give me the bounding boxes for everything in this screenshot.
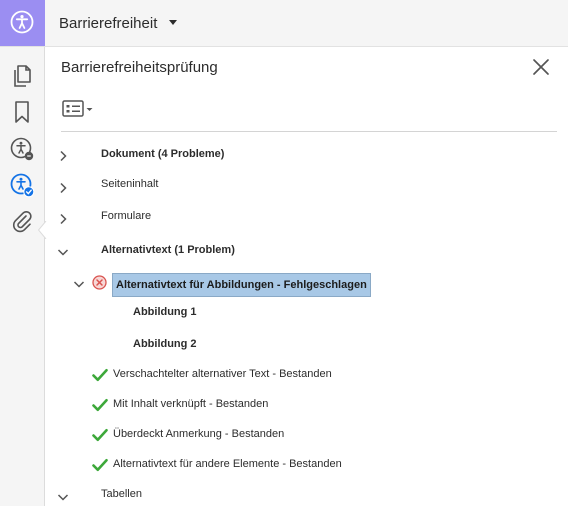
chevron-down-icon	[73, 281, 85, 288]
rail-accessibility-check-button[interactable]	[9, 172, 35, 198]
check-icon	[92, 398, 108, 412]
close-icon	[533, 59, 549, 75]
check-icon	[92, 428, 108, 442]
bookmark-icon	[15, 101, 29, 123]
options-menu-icon	[62, 100, 93, 117]
rail-bookmarks-button[interactable]	[9, 99, 35, 125]
tree-item-forms[interactable]: Formulare	[101, 205, 151, 227]
check-icon	[92, 458, 108, 472]
accessibility-reading-icon	[10, 137, 34, 161]
chevron-right-icon	[60, 150, 67, 162]
active-pointer	[38, 221, 47, 239]
expand-forms-toggle[interactable]	[57, 212, 69, 225]
tree-item-associated[interactable]: Mit Inhalt verknüpft - Bestanden	[113, 393, 268, 415]
collapse-tables-toggle[interactable]	[57, 490, 69, 502]
tree-item-nested-alt[interactable]: Verschachtelter alternativer Text - Best…	[113, 363, 332, 385]
chevron-down-icon[interactable]	[169, 20, 177, 25]
options-button[interactable]	[62, 99, 96, 119]
tree-item-page-content[interactable]: Seiteninhalt	[101, 173, 159, 195]
tree-item-figure-2[interactable]: Abbildung 2	[133, 333, 197, 355]
divider	[61, 131, 557, 132]
rail-pages-button[interactable]	[9, 63, 35, 89]
collapse-alt-text-toggle[interactable]	[57, 245, 69, 257]
chevron-down-icon	[57, 494, 69, 501]
rail-attachments-button[interactable]	[9, 208, 35, 234]
expand-page-content-toggle[interactable]	[57, 181, 69, 194]
panel-title: Barrierefreiheitsprüfung	[61, 59, 218, 76]
tree-item-hides-annotation[interactable]: Überdeckt Anmerkung - Bestanden	[113, 423, 284, 445]
attachment-icon	[13, 210, 32, 233]
accessibility-tool-button[interactable]	[0, 0, 45, 46]
chevron-down-icon	[57, 249, 69, 256]
fail-icon	[92, 275, 107, 290]
chevron-right-icon	[60, 182, 67, 194]
chevron-right-icon	[60, 213, 67, 225]
check-icon	[92, 368, 108, 382]
tree-item-figures-alt-text[interactable]: Alternativtext für Abbildungen - Fehlges…	[112, 273, 371, 297]
left-rail	[0, 47, 47, 506]
accessibility-check-icon	[10, 173, 35, 198]
accessibility-icon	[10, 10, 34, 34]
tree-item-figure-1[interactable]: Abbildung 1	[133, 301, 197, 323]
collapse-figures-alt-toggle[interactable]	[73, 277, 85, 289]
tree-item-other-elements[interactable]: Alternativtext für andere Elemente - Bes…	[113, 453, 342, 475]
pages-icon	[14, 65, 31, 87]
expand-document-toggle[interactable]	[57, 149, 69, 162]
tree-item-alt-text[interactable]: Alternativtext (1 Problem)	[101, 239, 235, 261]
rail-reading-button[interactable]	[9, 136, 35, 162]
tree-item-tables[interactable]: Tabellen	[101, 483, 142, 505]
close-button[interactable]	[531, 57, 551, 77]
tree-item-document[interactable]: Dokument (4 Probleme)	[101, 143, 224, 165]
tool-title[interactable]: Barrierefreiheit	[59, 15, 157, 32]
top-bar: Barrierefreiheit	[0, 0, 568, 47]
